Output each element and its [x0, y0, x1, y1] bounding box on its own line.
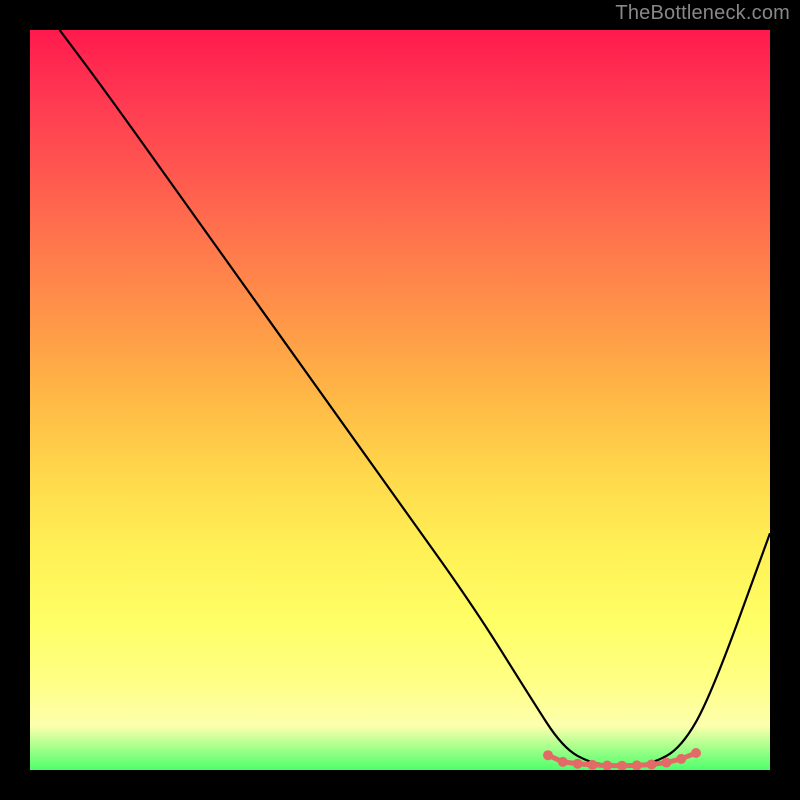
flat-highlight-dot	[676, 754, 686, 764]
watermark-label: TheBottleneck.com	[615, 2, 790, 25]
flat-highlight-dots	[543, 748, 701, 770]
curve-layer	[30, 30, 770, 770]
bottleneck-curve	[60, 30, 770, 765]
flat-highlight-dot	[691, 748, 701, 758]
flat-highlight-dot	[543, 750, 553, 760]
flat-highlight-dot	[661, 758, 671, 768]
flat-highlight-dot	[573, 759, 583, 769]
flat-highlight-dot	[602, 761, 612, 770]
flat-highlight-dot	[647, 759, 657, 769]
flat-highlight-dot	[558, 757, 568, 767]
flat-highlight-dot	[617, 761, 627, 770]
flat-highlight-dot	[587, 760, 597, 770]
flat-highlight-dot	[632, 760, 642, 770]
plot-area	[30, 30, 770, 770]
chart-frame: TheBottleneck.com	[0, 0, 800, 800]
